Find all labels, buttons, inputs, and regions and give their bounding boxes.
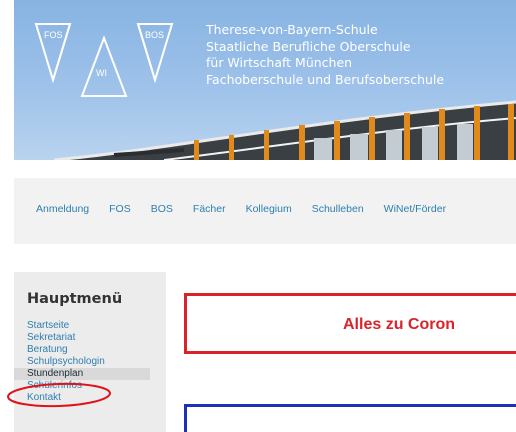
corona-banner-text: Alles zu Coron xyxy=(343,316,456,333)
school-name-line-1: Therese-von-Bayern-Schule xyxy=(206,22,378,37)
school-name-line-3: für Wirtschaft München xyxy=(206,55,353,70)
school-name-line-2: Staatliche Berufliche Oberschule xyxy=(206,38,411,54)
school-name-line-4: Fachoberschule und Berufsoberschule xyxy=(206,71,445,87)
school-logo: FOS WI BOS xyxy=(34,23,174,97)
logo-wi-label: WI xyxy=(96,68,107,78)
main-menu-title: Hauptmenü xyxy=(27,291,123,307)
school-name-block: Therese-von-Bayern-Schule Staatliche Ber… xyxy=(206,22,444,88)
sidebar-item-kontakt[interactable]: Kontakt xyxy=(14,392,150,404)
corona-info-banner[interactable]: Alles zu Coron xyxy=(184,293,516,354)
nav-item-anmeldung[interactable]: Anmeldung xyxy=(36,203,89,215)
nav-item-kollegium[interactable]: Kollegium xyxy=(246,203,292,215)
logo-fos-label: FOS xyxy=(44,30,63,40)
nav-item-faecher[interactable]: Fächer xyxy=(193,203,226,215)
sidebar-item-stundenplan[interactable]: Stundenplan xyxy=(14,368,150,380)
blue-info-box xyxy=(184,404,516,432)
main-menu: Hauptmenü Startseite Sekretariat Beratun… xyxy=(14,272,166,432)
sidebar-item-sekretariat[interactable]: Sekretariat xyxy=(14,332,150,344)
sidebar-item-beratung[interactable]: Beratung xyxy=(14,344,150,356)
header-banner: FOS WI BOS Therese-von-Bayern-Schule Sta… xyxy=(14,0,516,160)
logo-bos-label: BOS xyxy=(145,30,164,40)
sidebar-item-schulpsychologin[interactable]: Schulpsychologin xyxy=(14,356,150,368)
nav-item-bos[interactable]: BOS xyxy=(151,203,173,215)
nav-item-fos[interactable]: FOS xyxy=(109,203,131,215)
nav-item-schulleben[interactable]: Schulleben xyxy=(312,203,364,215)
nav-item-winet-foerder[interactable]: WiNet/Förder xyxy=(384,203,446,215)
sidebar-item-startseite[interactable]: Startseite xyxy=(14,320,150,332)
top-navigation: Anmeldung FOS BOS Fächer Kollegium Schul… xyxy=(14,178,516,244)
sidebar-item-schuelerinfos[interactable]: Schülerinfos xyxy=(14,380,150,392)
